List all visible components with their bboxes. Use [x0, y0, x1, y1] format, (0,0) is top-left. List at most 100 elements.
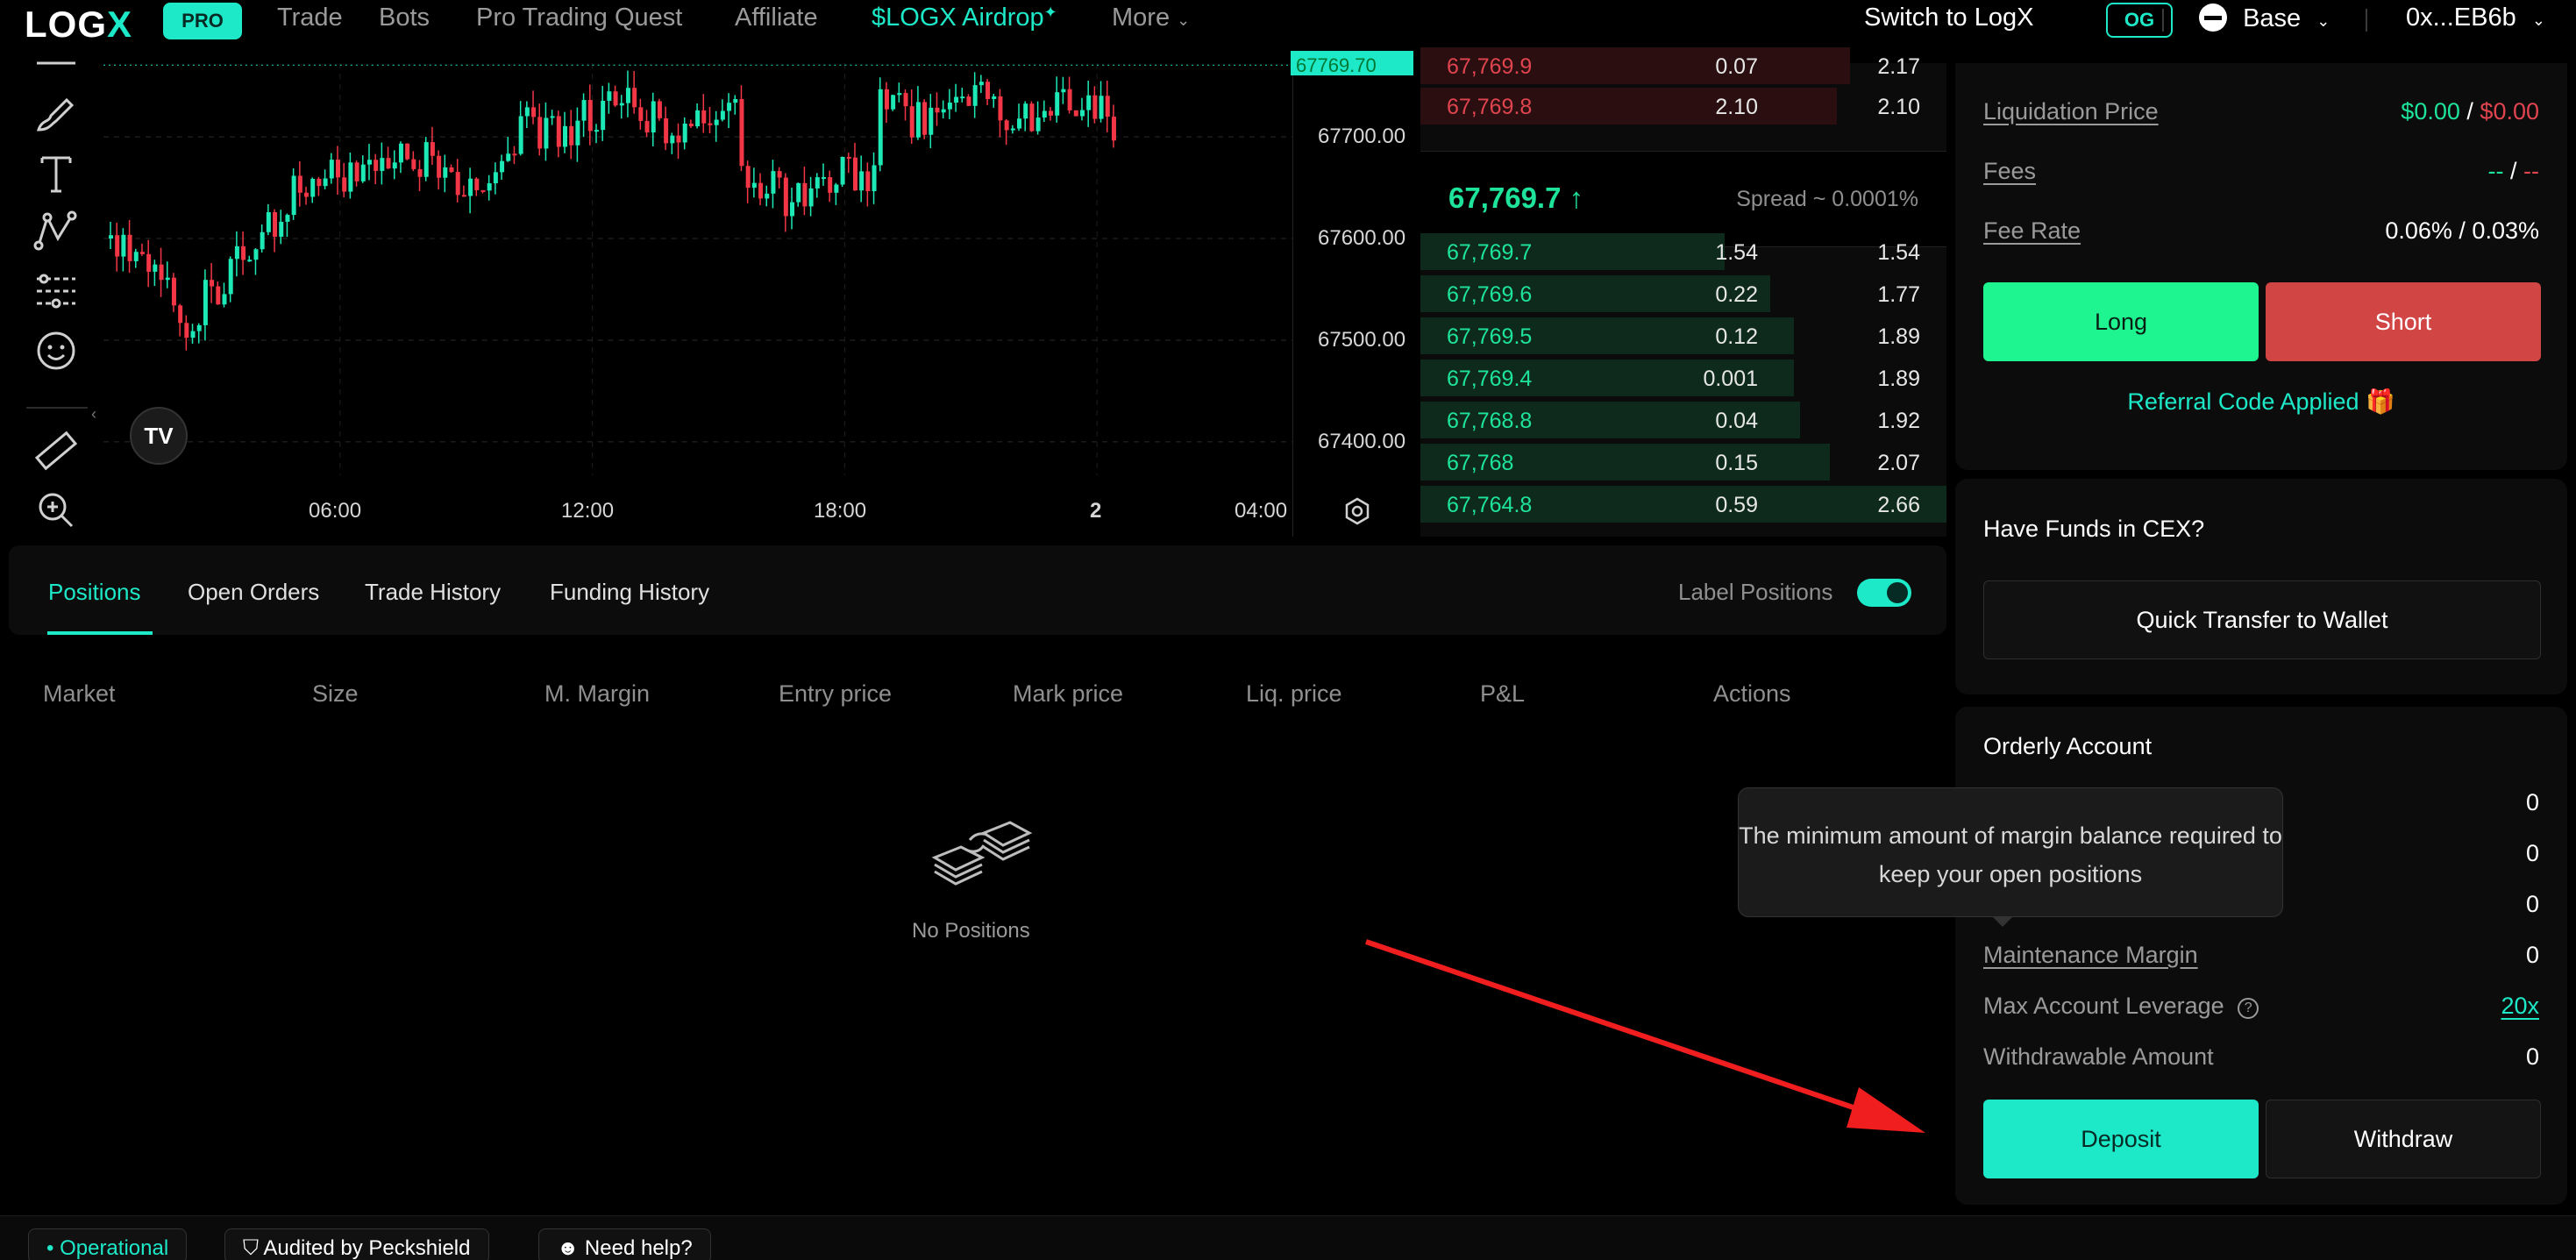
- fees-long: --: [2487, 158, 2504, 184]
- nav-more[interactable]: More ⌄: [1112, 4, 1190, 32]
- bid-row[interactable]: 67,769.7 1.54 1.54: [1420, 231, 1946, 272]
- chart-settings-icon[interactable]: [1342, 496, 1372, 526]
- fee-rate-label[interactable]: Fee Rate: [1983, 217, 2081, 245]
- bid-row[interactable]: 67,768 0.15 2.07: [1420, 442, 1946, 482]
- tab-trade-history[interactable]: Trade History: [365, 579, 501, 606]
- bid-total: 1.89: [1877, 367, 1920, 391]
- long-button[interactable]: Long: [1983, 282, 2259, 361]
- network-selector[interactable]: Base ⌄: [2199, 4, 2330, 33]
- withdraw-button[interactable]: Withdraw: [2266, 1100, 2541, 1178]
- help-icon[interactable]: ?: [2238, 998, 2259, 1019]
- maintenance-margin-label[interactable]: Maintenance Margin: [1983, 942, 2198, 969]
- ask-row[interactable]: 67,769.9 0.07 2.17: [1420, 46, 1946, 86]
- candle-body: [1092, 95, 1098, 119]
- candle-body: [1105, 96, 1110, 117]
- status-chip[interactable]: • Operational: [28, 1228, 188, 1260]
- candle-body: [115, 235, 120, 257]
- last-price: 67,769.7 ↑: [1448, 182, 1584, 214]
- nav-bots[interactable]: Bots: [379, 4, 430, 32]
- help-chip[interactable]: ☻ Need help?: [538, 1228, 711, 1260]
- bid-size: 0.15: [1715, 451, 1758, 475]
- ruler-icon[interactable]: [32, 426, 81, 475]
- tradingview-logo[interactable]: TV: [130, 407, 188, 465]
- candle-body: [619, 103, 624, 106]
- pattern-icon[interactable]: [32, 207, 81, 256]
- candle-body: [1067, 89, 1072, 110]
- nav-trade[interactable]: Trade: [277, 4, 343, 32]
- deposit-button[interactable]: Deposit: [1983, 1100, 2259, 1178]
- candle-body: [323, 178, 328, 187]
- ask-price: 67,769.8: [1447, 95, 1533, 119]
- zoom-in-icon[interactable]: [32, 486, 81, 535]
- candle-body: [670, 135, 675, 144]
- candle-body: [386, 158, 391, 169]
- candle-body: [159, 264, 164, 281]
- tab-positions[interactable]: Positions: [48, 579, 141, 606]
- tab-open-orders[interactable]: Open Orders: [188, 579, 319, 606]
- price-chart[interactable]: 67700.00 67600.00 67500.00 67400.00 06:0…: [103, 63, 1419, 537]
- pro-badge: PRO: [163, 3, 242, 39]
- spread: Spread ~ 0.0001%: [1736, 187, 1918, 211]
- prediction-icon[interactable]: [32, 267, 81, 316]
- candle-body: [1049, 110, 1054, 116]
- fees-label[interactable]: Fees: [1983, 158, 2036, 185]
- base-network-icon: [2199, 4, 2227, 32]
- short-button[interactable]: Short: [2266, 282, 2541, 361]
- price-tick: 67600.00: [1318, 226, 1406, 250]
- bid-row[interactable]: 67,768.8 0.04 1.92: [1420, 400, 1946, 440]
- bid-row[interactable]: 67,769.4 0.001 1.89: [1420, 358, 1946, 398]
- candle-body: [796, 182, 801, 203]
- switch-to-logx[interactable]: Switch to LogX: [1864, 4, 2033, 32]
- candle-body: [638, 107, 644, 121]
- brush-icon[interactable]: [32, 89, 81, 139]
- candle-body: [587, 100, 593, 132]
- nav-airdrop[interactable]: $LOGX Airdrop✦: [872, 4, 1057, 32]
- wallet-button[interactable]: 0x...EB6b ⌄: [2406, 4, 2545, 32]
- bid-row[interactable]: 67,769.6 0.22 1.77: [1420, 274, 1946, 314]
- bid-size: 0.59: [1715, 493, 1758, 517]
- nav-affiliate[interactable]: Affiliate: [735, 4, 818, 32]
- candle-body: [146, 253, 152, 272]
- max-leverage-value[interactable]: 20x: [2501, 993, 2539, 1020]
- candle-body: [840, 156, 845, 185]
- candle-body: [304, 192, 310, 197]
- candle-body: [550, 116, 555, 118]
- ask-total: 2.10: [1877, 95, 1920, 119]
- candle-body: [241, 246, 246, 260]
- chevron-down-icon: ⌄: [2316, 12, 2330, 30]
- bid-row[interactable]: 67,769.5 0.12 1.89: [1420, 316, 1946, 356]
- candle-body: [196, 324, 202, 331]
- collapse-toolbar-icon[interactable]: ‹: [91, 405, 96, 424]
- liquidation-price-value: $0.00 / $0.00: [2401, 98, 2539, 125]
- audit-chip[interactable]: ⛉ Audited by Peckshield: [224, 1228, 489, 1260]
- bid-row[interactable]: 67,764.8 0.59 2.66: [1420, 484, 1946, 524]
- candle-body: [380, 158, 385, 171]
- bid-total: 1.92: [1877, 409, 1920, 433]
- candle-body: [474, 178, 480, 190]
- candle-body: [688, 123, 694, 127]
- candle-body: [480, 189, 486, 192]
- text-icon[interactable]: [32, 149, 81, 198]
- candle-body: [878, 89, 883, 166]
- bid-price: 67,769.4: [1447, 367, 1533, 391]
- candle-body: [846, 156, 851, 159]
- tooltip-arrow: [1992, 916, 2013, 927]
- maintenance-margin-value: 0: [2525, 942, 2539, 968]
- candle-body: [336, 160, 341, 178]
- emoji-icon[interactable]: [32, 326, 81, 375]
- ask-row[interactable]: 67,769.8 2.10 2.10: [1420, 86, 1946, 126]
- quick-transfer-button[interactable]: Quick Transfer to Wallet: [1983, 580, 2541, 659]
- liquidation-price-label[interactable]: Liquidation Price: [1983, 98, 2159, 125]
- time-tick: 12:00: [561, 499, 615, 523]
- max-leverage-label: Max Account Leverage ?: [1983, 993, 2259, 1020]
- candlestick-plot[interactable]: [103, 63, 1293, 537]
- nav-pro-trading-quest[interactable]: Pro Trading Quest: [476, 4, 682, 32]
- candle-body: [613, 91, 618, 106]
- tab-funding-history[interactable]: Funding History: [550, 579, 709, 606]
- candle-body: [651, 101, 656, 133]
- withdrawable-label: Withdrawable Amount: [1983, 1043, 2214, 1070]
- label-positions-toggle[interactable]: [1857, 579, 1911, 607]
- candle-body: [765, 193, 770, 199]
- logo[interactable]: LOGX: [25, 4, 132, 46]
- bid-size: 0.22: [1715, 282, 1758, 307]
